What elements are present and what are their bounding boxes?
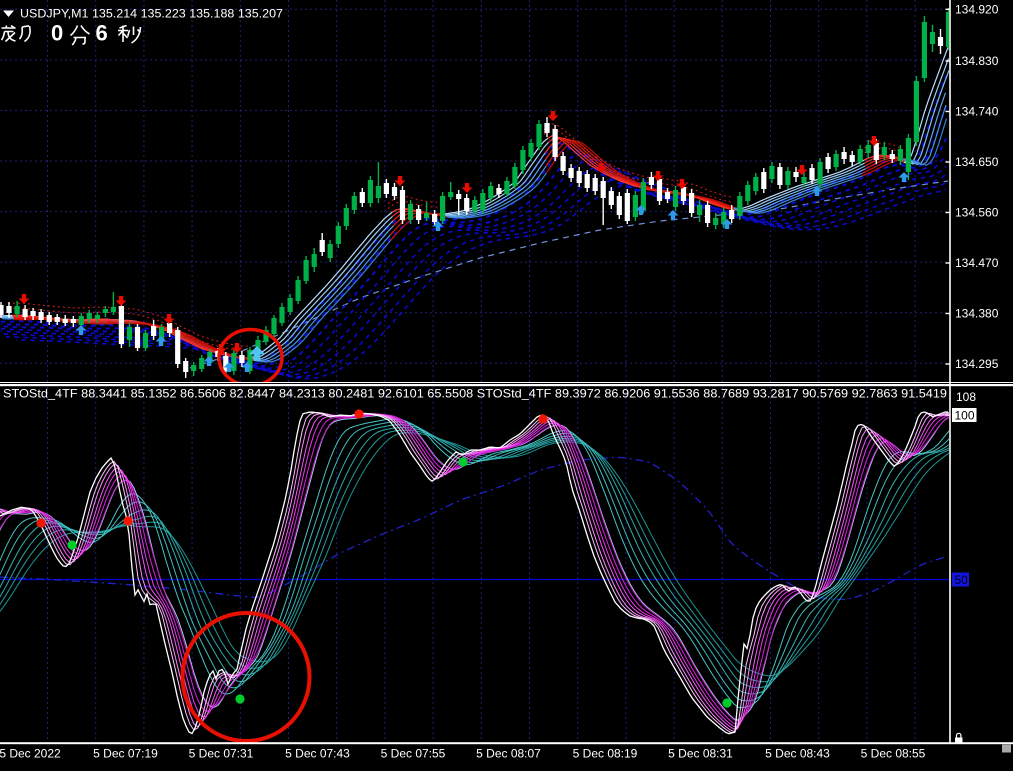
- svg-text:134.920: 134.920: [955, 3, 999, 17]
- svg-text:100: 100: [955, 409, 975, 423]
- svg-text:5 Dec 08:19: 5 Dec 08:19: [573, 747, 638, 761]
- svg-text:0: 0: [51, 21, 63, 46]
- svg-text:134.650: 134.650: [955, 155, 999, 169]
- svg-text:5 Dec 08:55: 5 Dec 08:55: [861, 747, 926, 761]
- svg-text:5 Dec 08:31: 5 Dec 08:31: [668, 747, 733, 761]
- svg-text:5 Dec 2022: 5 Dec 2022: [0, 747, 61, 761]
- svg-text:5 Dec 07:43: 5 Dec 07:43: [285, 747, 350, 761]
- svg-text:134.560: 134.560: [955, 206, 999, 220]
- svg-text:5 Dec 08:07: 5 Dec 08:07: [476, 747, 541, 761]
- svg-text:5 Dec 07:55: 5 Dec 07:55: [381, 747, 446, 761]
- svg-text:STOStd_4TF 88.3441 85.1352 86.: STOStd_4TF 88.3441 85.1352 86.5606 82.84…: [3, 387, 947, 401]
- svg-text:134.380: 134.380: [955, 307, 999, 321]
- svg-text:50: 50: [955, 573, 969, 587]
- svg-text:108: 108: [956, 390, 976, 404]
- svg-text:6: 6: [96, 21, 108, 46]
- svg-text:134.295: 134.295: [955, 357, 999, 371]
- svg-text:USDJPY,M1 135.214 135.223 135: USDJPY,M1 135.214 135.223 135.188 135.20…: [20, 7, 283, 21]
- svg-text:5 Dec 07:31: 5 Dec 07:31: [189, 747, 254, 761]
- svg-text:134.830: 134.830: [955, 54, 999, 68]
- svg-text:134.470: 134.470: [955, 256, 999, 270]
- svg-text:5 Dec 07:19: 5 Dec 07:19: [93, 747, 158, 761]
- svg-text:5 Dec 08:43: 5 Dec 08:43: [765, 747, 830, 761]
- svg-text:134.740: 134.740: [955, 105, 999, 119]
